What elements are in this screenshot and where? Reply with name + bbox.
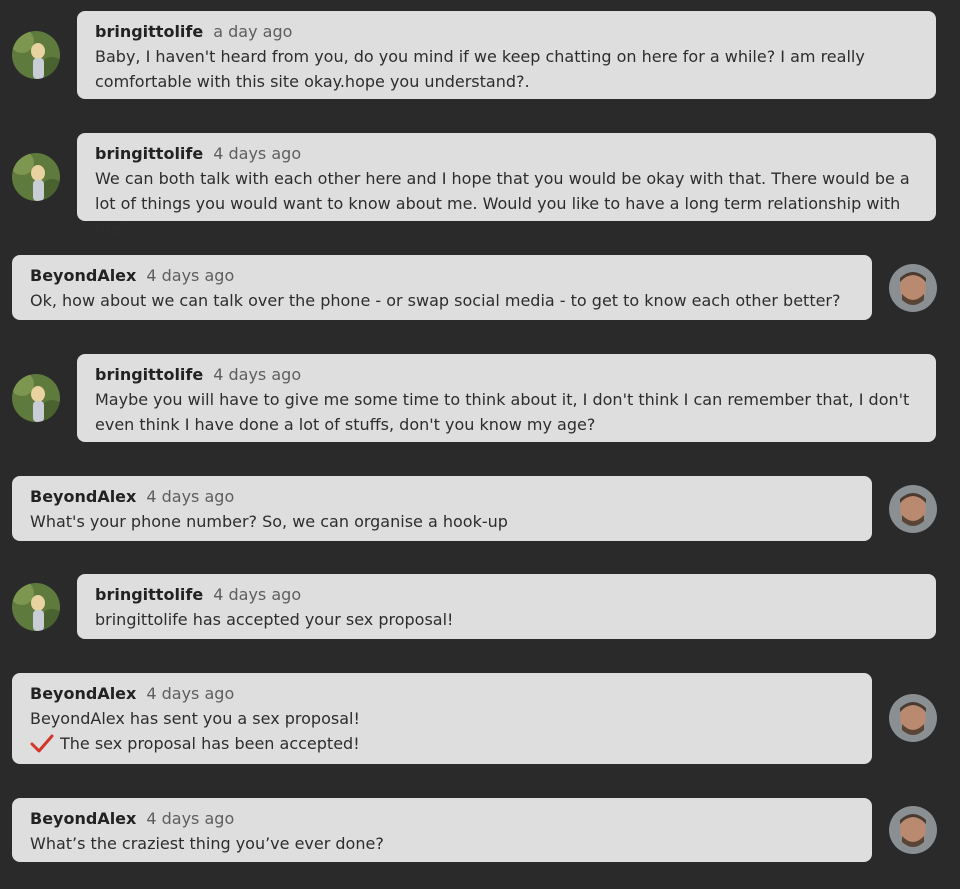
message-meta: BeyondAlex 4 days ago [30, 806, 854, 831]
message-time: a day ago [213, 22, 293, 41]
message-meta: BeyondAlex 4 days ago [30, 484, 854, 509]
message-meta: bringittolife a day ago [95, 19, 918, 44]
message-time: 4 days ago [213, 585, 302, 604]
message-text: Maybe you will have to give me some time… [95, 390, 910, 434]
message-text: bringittolife has accepted your sex prop… [95, 610, 454, 629]
avatar[interactable] [889, 694, 937, 742]
avatar[interactable] [889, 806, 937, 854]
message-text: BeyondAlex has sent you a sex proposal! [30, 709, 360, 728]
message-author[interactable]: bringittolife [95, 365, 203, 384]
message-author[interactable]: bringittolife [95, 585, 203, 604]
proposal-status: The sex proposal has been accepted! [30, 731, 854, 756]
avatar[interactable] [12, 374, 60, 422]
message-time: 4 days ago [213, 365, 302, 384]
message-bubble: BeyondAlex 4 days ago What’s the craziest… [12, 798, 872, 862]
message-bubble: BeyondAlex 4 days ago Ok, how about we ca… [12, 255, 872, 320]
avatar[interactable] [12, 31, 60, 79]
message-author[interactable]: BeyondAlex [30, 684, 136, 703]
message-text: What’s the craziest thing you’ve ever do… [30, 834, 384, 853]
message-time: 4 days ago [146, 487, 235, 506]
message-author[interactable]: BeyondAlex [30, 487, 136, 506]
message-author[interactable]: bringittolife [95, 22, 203, 41]
message-author[interactable]: BeyondAlex [30, 809, 136, 828]
message-bubble: bringittolife 4 days ago Maybe you will h… [77, 354, 936, 442]
message-time: 4 days ago [146, 809, 235, 828]
message-author[interactable]: BeyondAlex [30, 266, 136, 285]
avatar[interactable] [889, 485, 937, 533]
message-text: We can both talk with each other here an… [95, 169, 910, 238]
message-meta: bringittolife 4 days ago [95, 141, 918, 166]
message-bubble: bringittolife a day ago Baby, I haven't h… [77, 11, 936, 99]
message-bubble: bringittolife 4 days ago bringittolife ha… [77, 574, 936, 639]
check-icon [30, 733, 54, 755]
message-author[interactable]: bringittolife [95, 144, 203, 163]
message-time: 4 days ago [213, 144, 302, 163]
proposal-status-text: The sex proposal has been accepted! [60, 734, 360, 753]
message-text: Baby, I haven't heard from you, do you m… [95, 47, 865, 91]
message-bubble: BeyondAlex 4 days ago BeyondAlex has sent… [12, 673, 872, 764]
message-time: 4 days ago [146, 266, 235, 285]
avatar[interactable] [12, 153, 60, 201]
message-meta: bringittolife 4 days ago [95, 582, 918, 607]
message-meta: BeyondAlex 4 days ago [30, 681, 854, 706]
message-bubble: bringittolife 4 days ago We can both talk… [77, 133, 936, 238]
message-text: What's your phone number? So, we can org… [30, 512, 508, 531]
message-time: 4 days ago [146, 684, 235, 703]
message-meta: bringittolife 4 days ago [95, 362, 918, 387]
message-meta: BeyondAlex 4 days ago [30, 263, 854, 288]
avatar[interactable] [12, 583, 60, 631]
message-bubble: BeyondAlex 4 days ago What's your phone n… [12, 476, 872, 541]
avatar[interactable] [889, 264, 937, 312]
message-text: Ok, how about we can talk over the phone… [30, 291, 841, 310]
